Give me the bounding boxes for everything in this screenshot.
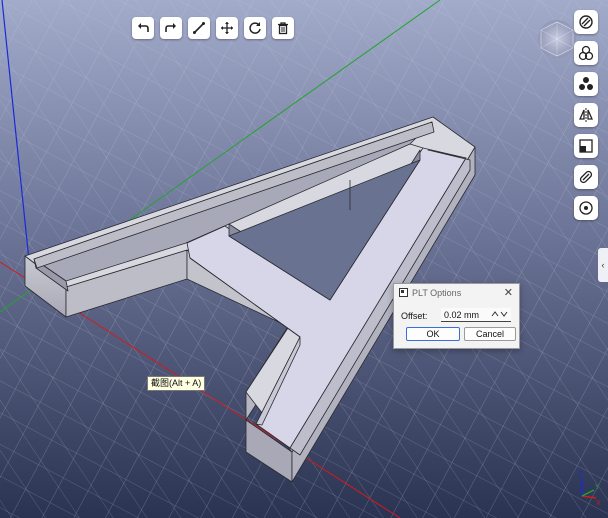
3d-viewport[interactable] <box>0 0 608 518</box>
offset-value[interactable]: 0.02 mm <box>444 310 479 320</box>
axis-y-label: Y <box>595 484 600 491</box>
circles-icon <box>578 45 594 61</box>
undo-button[interactable] <box>132 17 154 39</box>
link-icon <box>579 15 593 29</box>
measure-button[interactable] <box>188 17 210 39</box>
axis-indicator: Z Y X <box>578 471 601 506</box>
dialog-app-icon <box>399 288 408 297</box>
offset-spinbox[interactable]: 0.02 mm <box>441 308 511 322</box>
redo-icon <box>165 23 176 32</box>
cancel-button[interactable]: Cancel <box>464 327 516 341</box>
view-cube-toggle-button[interactable] <box>574 10 598 34</box>
fillet-button[interactable] <box>574 72 598 96</box>
spin-arrows-icon[interactable] <box>491 309 509 320</box>
chevron-left-icon: ‹ <box>601 260 605 270</box>
close-icon[interactable]: ✕ <box>504 286 513 299</box>
section-button[interactable] <box>574 134 598 158</box>
trash-icon <box>278 22 288 35</box>
offset-label: Offset: <box>401 311 428 321</box>
view-cube[interactable] <box>538 20 576 58</box>
redo-button[interactable] <box>160 17 182 39</box>
crop-icon <box>579 139 593 153</box>
axis-z-label: Z <box>578 471 583 478</box>
rotate-icon <box>249 22 261 34</box>
axis-x-label: X <box>596 500 601 506</box>
ok-button[interactable]: OK <box>406 327 460 341</box>
plt-options-dialog: PLT Options ✕ Offset: 0.02 mm OK Cancel <box>393 283 520 349</box>
move-button[interactable] <box>216 17 238 39</box>
delete-button[interactable] <box>272 17 294 39</box>
mirror-button[interactable] <box>574 103 598 127</box>
move-icon <box>221 22 233 34</box>
three-dots-icon <box>579 77 593 90</box>
pill-icon <box>579 170 593 184</box>
screenshot-tooltip: 截图(Alt + A) <box>147 376 206 391</box>
target-button[interactable] <box>574 196 598 220</box>
mirror-icon <box>578 108 594 122</box>
dialog-title: PLT Options <box>412 288 462 298</box>
undo-icon <box>138 23 149 32</box>
rotate-button[interactable] <box>244 17 266 39</box>
measure-icon <box>193 22 205 34</box>
boolean-button[interactable] <box>574 41 598 65</box>
side-panel-collapse-handle[interactable]: ‹ <box>598 248 608 282</box>
target-icon <box>579 201 593 215</box>
pill-button[interactable] <box>574 165 598 189</box>
